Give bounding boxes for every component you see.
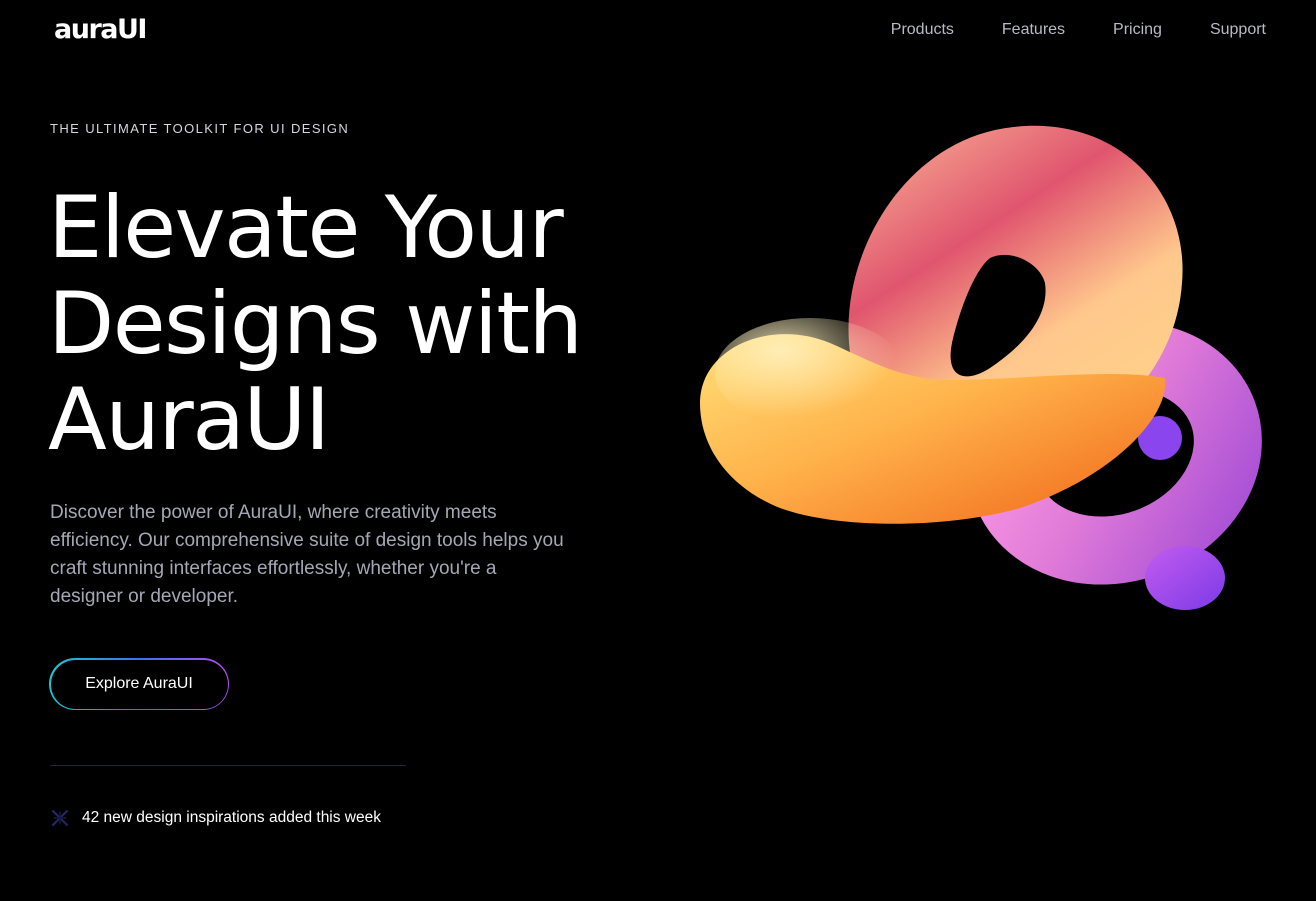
sparkle-icon <box>51 809 69 827</box>
nav-item-features[interactable]: Features <box>1002 20 1065 40</box>
nav-item-pricing[interactable]: Pricing <box>1113 20 1162 40</box>
headline-line-3: AuraUI <box>48 370 330 470</box>
update-text: 42 new design inspirations added this we… <box>82 809 381 826</box>
nav-item-support[interactable]: Support <box>1210 20 1266 40</box>
headline-line-1: Elevate Your <box>48 178 564 278</box>
nav-item-products[interactable]: Products <box>891 20 954 40</box>
hero-eyebrow: THE ULTIMATE TOOLKIT FOR UI DESIGN <box>50 121 350 136</box>
headline-line-2: Designs with <box>48 274 583 374</box>
brand-logo[interactable]: auraUI <box>54 14 147 46</box>
hero-3d-illustration <box>700 125 1262 610</box>
explore-button-label: Explore AuraUI <box>50 659 228 709</box>
top-nav: Products Features Pricing Support <box>891 20 1266 40</box>
update-note: 42 new design inspirations added this we… <box>50 808 381 828</box>
section-divider <box>50 765 406 766</box>
hero-headline: Elevate Your Designs with AuraUI <box>48 180 688 468</box>
hero-description: Discover the power of AuraUI, where crea… <box>50 502 564 607</box>
explore-button[interactable]: Explore AuraUI <box>49 658 229 710</box>
